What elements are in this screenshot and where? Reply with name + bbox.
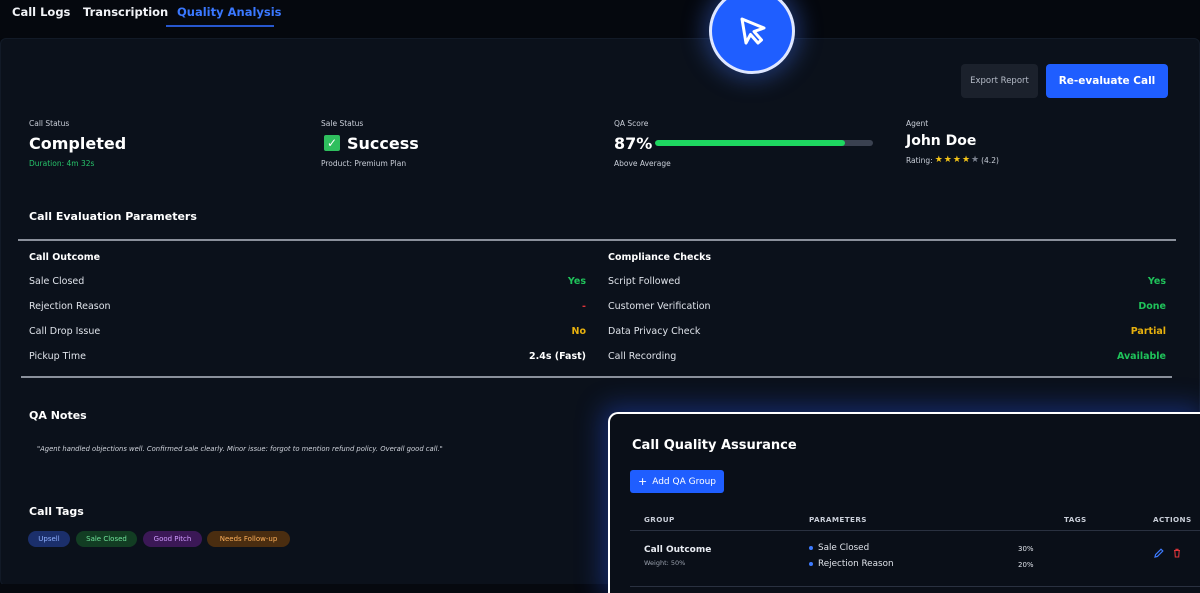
tab-quality-analysis[interactable]: Quality Analysis <box>177 5 282 19</box>
top-nav: Call Logs Transcription Quality Analysis <box>0 0 1200 38</box>
tag-sale-closed[interactable]: Sale Closed <box>76 531 137 547</box>
agent-label: Agent <box>906 119 929 128</box>
call-outcome-row-value: Yes <box>567 276 586 287</box>
call-status-label: Call Status <box>29 119 70 128</box>
rating-value: (4.2) <box>981 155 999 165</box>
tag-good-pitch[interactable]: Good Pitch <box>143 531 202 547</box>
tag-upsell[interactable]: Upsell <box>28 531 70 547</box>
qa-param-weight: 20% <box>1018 561 1034 569</box>
table-row-divider <box>630 586 1200 587</box>
call-outcome-row-label: Pickup Time <box>29 351 86 362</box>
add-qa-group-button[interactable]: + Add QA Group <box>630 470 724 493</box>
call-outcome-row-value: 2.4s (Fast) <box>528 351 586 362</box>
qa-score-progress <box>655 140 873 146</box>
check-icon: ✓ <box>324 135 340 151</box>
agent-rating: Rating: ★ ★ ★ ★ ★ (4.2) <box>906 155 999 165</box>
star-icon: ★ <box>971 155 980 165</box>
rating-stars: ★ ★ ★ ★ ★ <box>935 155 979 165</box>
sale-status-label: Sale Status <box>321 119 364 128</box>
bullet-icon <box>809 546 813 550</box>
star-icon: ★ <box>943 155 952 165</box>
pencil-icon[interactable] <box>1153 547 1165 559</box>
qa-param-weight: 30% <box>1018 545 1034 553</box>
sale-product: Product: Premium Plan <box>321 159 407 168</box>
tab-call-logs[interactable]: Call Logs <box>12 5 70 19</box>
qa-group-weight: Weight: 50% <box>644 559 686 567</box>
evaluation-title: Call Evaluation Parameters <box>29 210 197 223</box>
tag-needs-follow-up[interactable]: Needs Follow-up <box>207 531 290 547</box>
call-outcome-row-value: No <box>571 326 586 337</box>
qa-score-value: 87% <box>614 134 653 153</box>
col-header-parameters: PARAMETERS <box>809 515 867 524</box>
compliance-row-label: Script Followed <box>608 276 681 287</box>
qa-group-name: Call Outcome <box>644 545 712 555</box>
call-duration: Duration: 4m 32s <box>29 159 95 168</box>
call-outcome-row-label: Call Drop Issue <box>29 326 101 337</box>
agent-name: John Doe <box>906 133 977 149</box>
bullet-icon <box>809 562 813 566</box>
compliance-row-label: Data Privacy Check <box>608 326 701 337</box>
call-outcome-row-label: Rejection Reason <box>29 301 111 312</box>
call-outcome-row-value: - <box>582 301 586 312</box>
qa-param-item: Sale Closed <box>809 543 869 553</box>
evaluation-top-divider <box>18 239 1176 241</box>
col-header-actions: ACTIONS <box>1153 515 1192 524</box>
tab-transcription[interactable]: Transcription <box>83 5 168 19</box>
call-outcome-title: Call Outcome <box>29 252 101 263</box>
qa-card: Call Quality Assurance + Add QA Group GR… <box>608 412 1200 593</box>
evaluation-bottom-divider <box>21 376 1172 378</box>
qa-score-label: QA Score <box>614 119 649 128</box>
compliance-row-value: Done <box>1138 301 1166 312</box>
qa-notes-title: QA Notes <box>29 409 87 422</box>
star-icon: ★ <box>952 155 961 165</box>
star-icon: ★ <box>961 155 971 165</box>
star-icon: ★ <box>934 155 943 165</box>
qa-param-item: Rejection Reason <box>809 559 894 569</box>
qa-param-name: Sale Closed <box>818 543 870 553</box>
call-status-value: Completed <box>29 134 127 153</box>
table-header-divider <box>630 530 1200 531</box>
compliance-title: Compliance Checks <box>608 252 712 263</box>
compliance-row-label: Customer Verification <box>608 301 711 312</box>
export-report-button[interactable]: Export Report <box>961 64 1038 98</box>
add-qa-group-label: Add QA Group <box>652 476 716 487</box>
qa-note-text: "Agent handled objections well. Confirme… <box>37 445 443 453</box>
plus-icon: + <box>637 475 648 488</box>
qa-score-progress-fill <box>655 140 845 146</box>
qa-card-title: Call Quality Assurance <box>632 438 797 453</box>
col-header-tags: TAGS <box>1064 515 1087 524</box>
qa-param-name: Rejection Reason <box>818 559 894 569</box>
call-tags-title: Call Tags <box>29 505 84 518</box>
compliance-row-value: Partial <box>1130 326 1166 337</box>
compliance-row-label: Call Recording <box>608 351 677 362</box>
compliance-row-value: Yes <box>1147 276 1166 287</box>
compliance-row-value: Available <box>1116 351 1166 362</box>
trash-icon[interactable] <box>1171 547 1183 559</box>
call-outcome-row-label: Sale Closed <box>29 276 85 287</box>
reevaluate-call-button[interactable]: Re-evaluate Call <box>1046 64 1168 98</box>
rating-prefix: Rating: <box>906 155 933 165</box>
active-tab-indicator <box>166 25 274 27</box>
qa-score-sub: Above Average <box>614 159 671 168</box>
sale-status-value: Success <box>347 134 419 153</box>
col-header-group: GROUP <box>644 515 675 524</box>
